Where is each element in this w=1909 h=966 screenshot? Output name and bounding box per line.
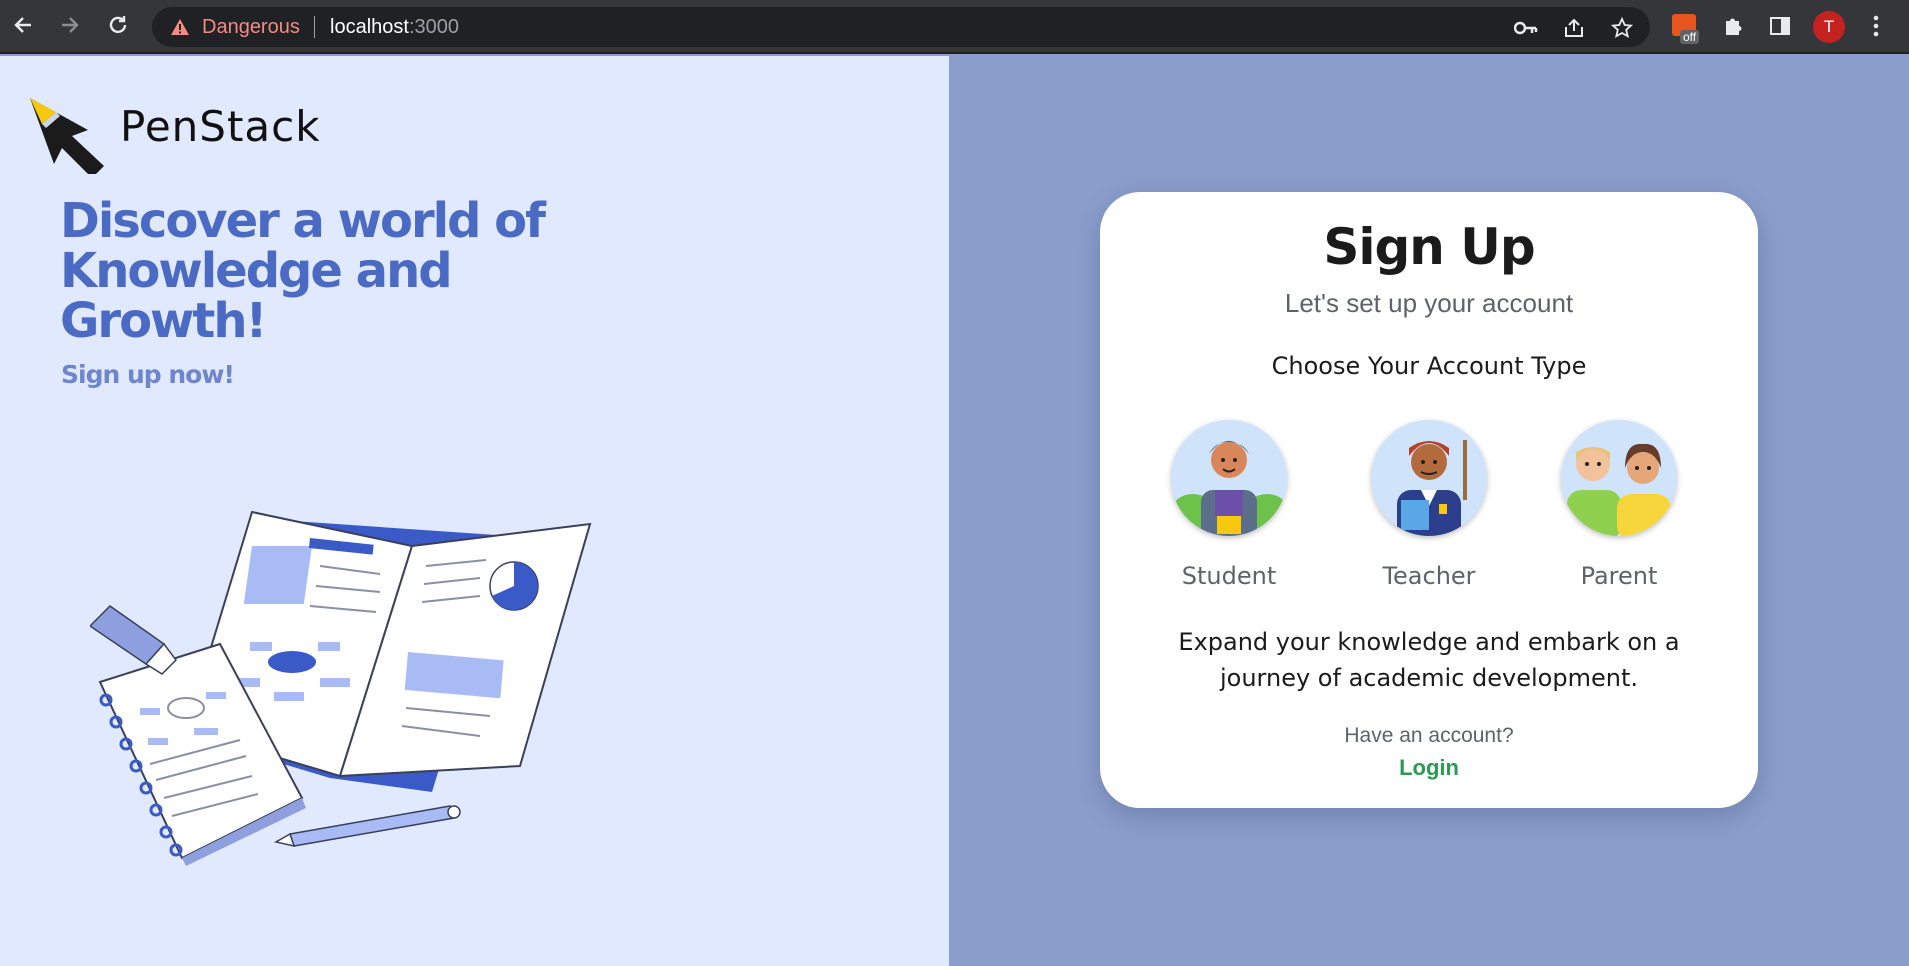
account-type-student[interactable]: Student	[1134, 420, 1324, 590]
signup-title: Sign Up	[1323, 218, 1535, 276]
hero-panel: PenStack Discover a world of Knowledge a…	[0, 56, 949, 966]
side-panel-icon	[1770, 17, 1790, 35]
puzzle-icon	[1726, 18, 1742, 35]
teacher-label: Teacher	[1382, 562, 1476, 590]
reload-icon	[109, 16, 127, 34]
parent-label: Parent	[1580, 562, 1658, 590]
signup-card: Sign Up Let's set up your account Choose…	[1100, 192, 1758, 808]
arrow-left-icon	[14, 17, 31, 33]
profile-avatar[interactable]: T	[1813, 11, 1845, 43]
side-panel-button[interactable]	[1766, 12, 1794, 40]
teacher-avatar-icon[interactable]	[1371, 420, 1487, 536]
hero-headline: Discover a world of Knowledge and Growth…	[60, 193, 546, 349]
cookie-extension-button[interactable]: off	[1670, 12, 1704, 46]
security-status[interactable]: Dangerous	[202, 16, 300, 39]
url-port: :3000	[408, 16, 459, 38]
kebab-menu-icon	[1873, 15, 1879, 37]
back-button[interactable]	[8, 10, 38, 40]
url-host: localhost	[330, 16, 409, 38]
forward-button[interactable]	[55, 10, 85, 40]
parent-avatar-icon[interactable]	[1561, 420, 1677, 536]
omnibox-divider	[314, 16, 315, 38]
books-illustration	[88, 446, 610, 890]
extension-badge: off	[1680, 30, 1700, 44]
login-link[interactable]: Login	[1100, 755, 1758, 781]
browser-toolbar: Dangerous localhost:3000 off T	[0, 0, 1909, 54]
student-label: Student	[1181, 562, 1277, 590]
key-icon[interactable]	[1514, 16, 1538, 40]
warning-icon[interactable]	[170, 18, 190, 40]
have-account-text: Have an account?	[1344, 724, 1514, 747]
account-type-teacher[interactable]: Teacher	[1334, 420, 1524, 590]
signup-subtitle: Let's set up your account	[1284, 288, 1574, 318]
account-type-options: Student Teacher Parent	[1100, 420, 1758, 600]
penstack-logo-icon	[26, 94, 106, 178]
address-bar[interactable]: Dangerous localhost:3000	[152, 7, 1650, 47]
reload-button[interactable]	[103, 10, 133, 40]
url-text[interactable]: localhost:3000	[330, 16, 459, 39]
signup-description: Expand your knowledge and embark on a jo…	[1178, 628, 1680, 692]
account-type-heading: Choose Your Account Type	[1271, 352, 1587, 380]
extensions-button[interactable]	[1719, 12, 1747, 40]
share-icon[interactable]	[1562, 16, 1586, 40]
browser-menu-button[interactable]	[1862, 12, 1890, 40]
account-type-parent[interactable]: Parent	[1524, 420, 1714, 590]
bookmark-star-icon[interactable]	[1610, 16, 1634, 40]
hero-cta-text: Sign up now!	[61, 360, 235, 389]
student-avatar-icon[interactable]	[1171, 420, 1287, 536]
arrow-right-icon	[62, 17, 79, 33]
brand-name: PenStack	[120, 102, 321, 151]
